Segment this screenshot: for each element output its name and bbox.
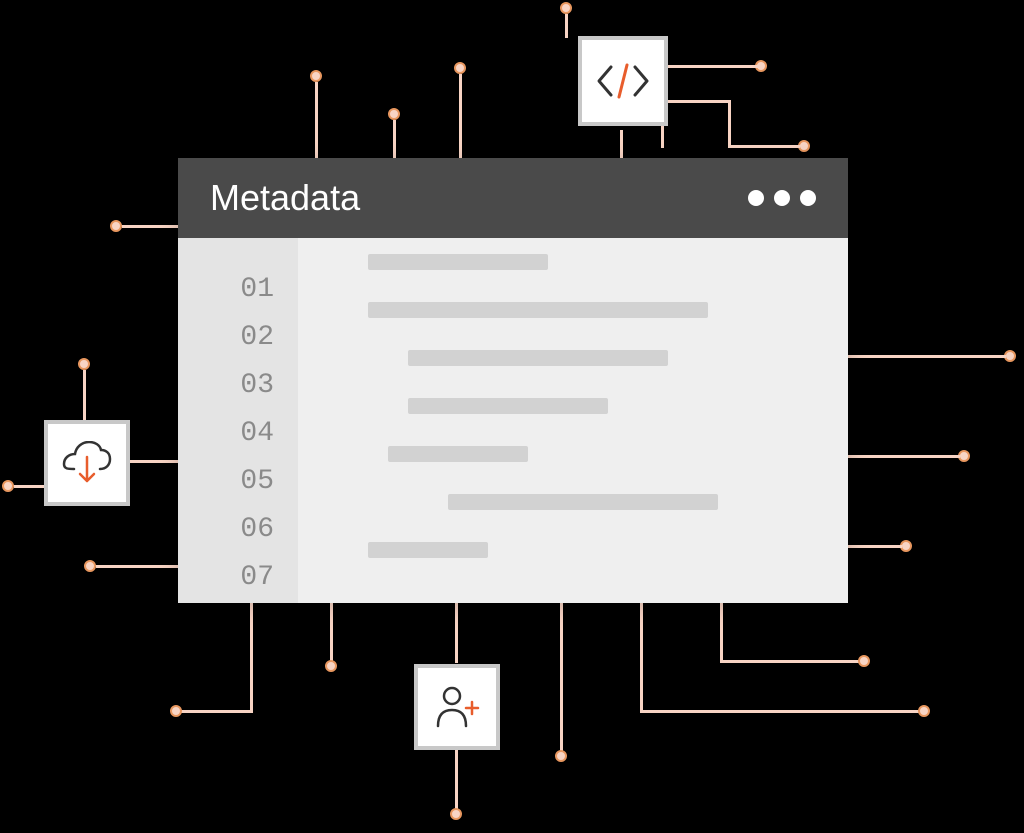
connector-line [128, 460, 178, 463]
connector-line [620, 130, 623, 158]
connector-line [640, 710, 920, 713]
line-number: 03 [178, 362, 298, 410]
editor-body: 01 02 03 04 05 06 07 [178, 238, 848, 603]
connector-line [455, 603, 458, 663]
code-icon [595, 61, 651, 101]
titlebar: Metadata [178, 158, 848, 238]
code-icon-box [578, 36, 668, 126]
line-number: 06 [178, 506, 298, 554]
node [450, 808, 462, 820]
connector-line [660, 65, 760, 68]
line-number: 01 [178, 266, 298, 314]
connector-line [848, 455, 960, 458]
node [110, 220, 122, 232]
node [2, 480, 14, 492]
metadata-window: Metadata 01 02 03 04 05 06 07 [178, 158, 848, 603]
connector-line [315, 82, 318, 158]
content-placeholder-bar [408, 398, 608, 414]
cloud-download-icon-box [44, 420, 130, 506]
content-placeholder-bar [368, 254, 548, 270]
node [170, 705, 182, 717]
content-placeholder-bar [368, 302, 708, 318]
node [918, 705, 930, 717]
user-add-icon-box [414, 664, 500, 750]
connector-line [393, 120, 396, 158]
connector-line [720, 603, 723, 663]
connector-line [848, 355, 1006, 358]
connector-line [122, 225, 178, 228]
window-title: Metadata [210, 177, 360, 219]
content-placeholder-bar [388, 446, 528, 462]
connector-line [661, 100, 731, 103]
connector-line [330, 603, 333, 663]
user-add-icon [432, 684, 482, 730]
node [560, 2, 572, 14]
cloud-download-icon [60, 441, 114, 485]
content-placeholder-bar [408, 350, 668, 366]
node [555, 750, 567, 762]
node [454, 62, 466, 74]
content-placeholder-bar [448, 494, 718, 510]
window-dot [774, 190, 790, 206]
connector-line [180, 710, 253, 713]
content-placeholder-bar [368, 542, 488, 558]
connector-line [728, 145, 800, 148]
connector-line [14, 485, 46, 488]
connector-line [565, 14, 568, 38]
window-controls [748, 190, 816, 206]
window-dot [748, 190, 764, 206]
connector-line [728, 100, 731, 148]
node [310, 70, 322, 82]
node [78, 358, 90, 370]
node [84, 560, 96, 572]
connector-line [640, 603, 643, 713]
node [858, 655, 870, 667]
line-number: 04 [178, 410, 298, 458]
line-number: 05 [178, 458, 298, 506]
window-dot [800, 190, 816, 206]
line-number: 02 [178, 314, 298, 362]
connector-line [455, 750, 458, 810]
connector-line [459, 74, 462, 158]
connector-line [83, 370, 86, 420]
connector-line [848, 545, 902, 548]
editor-content [298, 238, 848, 603]
line-number: 07 [178, 554, 298, 602]
node [325, 660, 337, 672]
connector-line [96, 565, 178, 568]
connector-line [560, 603, 563, 753]
node [388, 108, 400, 120]
connector-line [720, 660, 860, 663]
connector-line [250, 603, 253, 713]
line-number-gutter: 01 02 03 04 05 06 07 [178, 238, 298, 603]
